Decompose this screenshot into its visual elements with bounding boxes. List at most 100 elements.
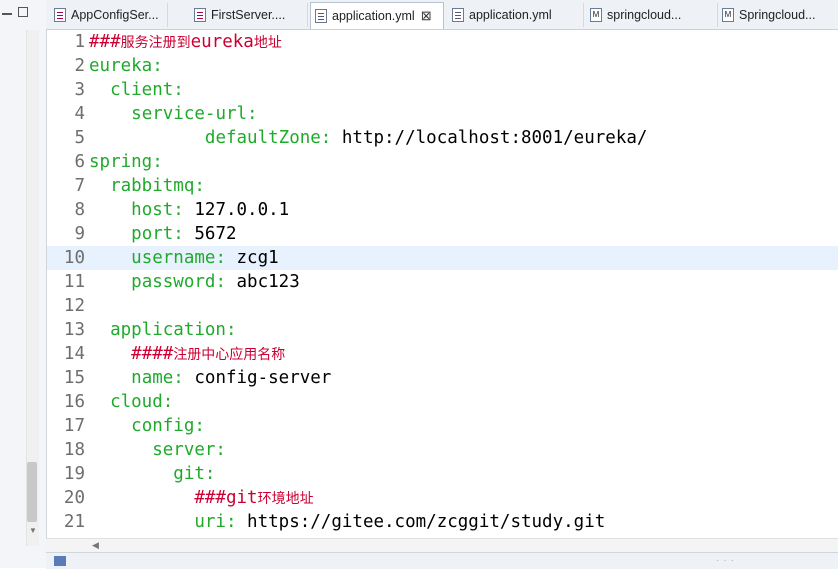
code-line[interactable]: 4 service-url: [47, 102, 838, 126]
line-number: 11 [63, 272, 85, 292]
code-line[interactable]: 14 ####注册中心应用名称 [47, 342, 838, 366]
line-number: 16 [63, 392, 85, 412]
yaml-value [89, 464, 173, 484]
line-number: 21 [63, 512, 85, 532]
yaml-comment: ###git [194, 488, 258, 508]
yaml-value [89, 128, 205, 148]
code-line[interactable]: 17 config: [47, 414, 838, 438]
tab-label: Springcloud... [739, 8, 816, 22]
code-line[interactable]: 1 ###服务注册到eureka地址 [47, 30, 838, 54]
yaml-value [89, 392, 110, 412]
maximize-icon[interactable] [18, 7, 28, 17]
code-line[interactable]: 18 server: [47, 438, 838, 462]
line-number: 18 [63, 440, 85, 460]
editor-tab-bar: AppConfigSer... FirstServer.... applicat… [46, 0, 838, 30]
yaml-value [89, 416, 131, 436]
line-code: password: abc123 [87, 272, 300, 292]
line-code: spring: [87, 152, 163, 172]
line-code: ###git环境地址 [87, 488, 314, 508]
line-code: client: [87, 80, 184, 100]
code-line[interactable]: 7 rabbitmq: [47, 174, 838, 198]
yaml-key: defaultZone: [204, 128, 332, 148]
yaml-key: service-url: [131, 104, 258, 124]
line-number: 7 [74, 176, 85, 196]
line-number: 15 [63, 368, 85, 388]
line-number: 17 [63, 416, 85, 436]
yaml-key: uri: [194, 512, 237, 532]
yaml-value: http://localhost:8001/eureka/ [331, 128, 648, 148]
yaml-value [89, 80, 110, 100]
tab-springcloud-md[interactable]: M springcloud... [586, 3, 718, 27]
scroll-left-arrow-icon[interactable]: ◀ [92, 540, 99, 551]
code-line[interactable]: 3 client: [47, 78, 838, 102]
yaml-value [89, 176, 110, 196]
code-line[interactable]: 16 cloud: [47, 390, 838, 414]
line-code: service-url: [87, 104, 258, 124]
yaml-comment: 地址 [253, 35, 282, 51]
line-code: host: 127.0.0.1 [87, 200, 289, 220]
line-number: 1 [74, 32, 85, 52]
minimize-icon[interactable] [2, 7, 12, 15]
code-line[interactable]: 6 spring: [47, 150, 838, 174]
line-number: 5 [74, 128, 85, 148]
code-line[interactable]: 19 git: [47, 462, 838, 486]
yaml-key: name: [131, 368, 184, 388]
code-line[interactable]: 2 eureka: [47, 54, 838, 78]
line-code: name: config-server [87, 368, 331, 388]
markdown-file-icon: M [590, 8, 602, 22]
code-line[interactable]: 10 username: zcg1 [47, 246, 838, 270]
code-line[interactable]: 20 ###git环境地址 [47, 486, 838, 510]
code-line[interactable]: 21 uri: https://gitee.com/zcggit/study.g… [47, 510, 838, 534]
code-line[interactable]: 13 application: [47, 318, 838, 342]
yaml-key: spring: [89, 152, 163, 172]
java-file-icon [194, 8, 206, 22]
tab-application-yml-active[interactable]: application.yml ⊠ [310, 2, 444, 29]
line-number: 12 [63, 296, 85, 316]
tab-application-yml[interactable]: application.yml [448, 3, 584, 27]
more-dots-icon: ··· [716, 555, 738, 566]
code-line[interactable]: 8 host: 127.0.0.1 [47, 198, 838, 222]
code-line[interactable]: 12 [47, 294, 838, 318]
yaml-value [89, 488, 194, 508]
yaml-key: rabbitmq: [110, 176, 205, 196]
line-number: 19 [63, 464, 85, 484]
bottom-panel-bar: ··· [46, 552, 838, 569]
tab-label: AppConfigSer... [71, 8, 159, 22]
yaml-key: host: [131, 200, 184, 220]
yaml-comment: 注册中心应用名称 [173, 347, 286, 363]
yaml-value [89, 200, 131, 220]
yaml-value [89, 224, 131, 244]
line-number: 9 [74, 224, 85, 244]
yaml-value [89, 248, 131, 268]
yml-file-icon [452, 8, 464, 22]
line-code: ####注册中心应用名称 [87, 344, 285, 364]
line-number: 4 [74, 104, 85, 124]
line-code: ###服务注册到eureka地址 [87, 32, 282, 52]
yaml-value: zcg1 [225, 248, 279, 268]
line-number: 6 [74, 152, 85, 172]
tab-appconfigserver[interactable]: AppConfigSer... [50, 3, 168, 27]
tab-label: application.yml [332, 9, 415, 23]
code-line[interactable]: 9 port: 5672 [47, 222, 838, 246]
scroll-down-arrow-icon[interactable]: ▼ [29, 526, 37, 535]
yaml-key: server: [152, 440, 226, 460]
console-icon[interactable] [54, 556, 66, 566]
close-icon[interactable]: ⊠ [421, 8, 432, 24]
yaml-comment: 环境地址 [257, 491, 314, 507]
line-number: 8 [74, 200, 85, 220]
code-line[interactable]: 11 password: abc123 [47, 270, 838, 294]
tab-springcloud-md-2[interactable]: M Springcloud... [718, 3, 838, 27]
yaml-comment: eureka [190, 32, 254, 52]
yaml-key: config: [131, 416, 205, 436]
vertical-scroll-thumb[interactable] [27, 462, 37, 522]
yaml-value [89, 440, 152, 460]
yaml-comment: ### [89, 32, 121, 52]
line-number: 2 [74, 56, 85, 76]
yaml-editor[interactable]: 1 ###服务注册到eureka地址 2 eureka: 3 client: 4 serv… [46, 30, 838, 538]
code-line[interactable]: 15 name: config-server [47, 366, 838, 390]
horizontal-scrollbar[interactable]: ◀ [46, 538, 838, 553]
yaml-key: eureka: [89, 56, 163, 76]
tab-firstserver[interactable]: FirstServer.... [190, 3, 308, 27]
yaml-value [89, 344, 131, 364]
code-line[interactable]: 5 defaultZone: http://localhost:8001/eur… [47, 126, 838, 150]
